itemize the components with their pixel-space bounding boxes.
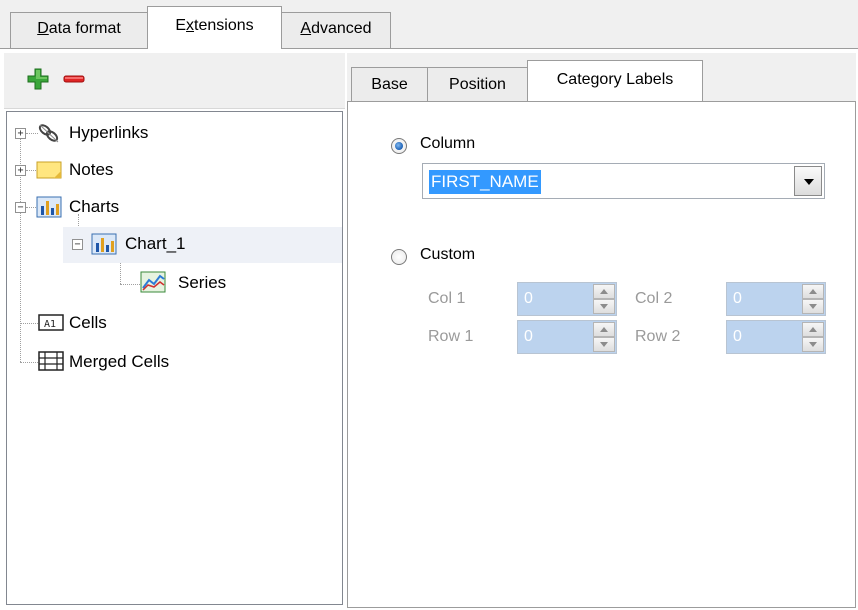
- note-icon: [36, 161, 62, 179]
- radio-selected-dot: [395, 142, 403, 150]
- arrow-down-icon: [809, 304, 817, 309]
- tree-item-label: Hyperlinks: [69, 123, 149, 142]
- hyperlink-chain-icon: [38, 124, 59, 143]
- tree-item-merged-cells[interactable]: Merged Cells: [7, 344, 342, 380]
- extensions-tree: + Hyperlinks + Notes − Charts − Chart_1 …: [6, 111, 343, 605]
- chevron-down-icon: [804, 179, 814, 185]
- tab-advanced-label-post: dvanced: [311, 20, 372, 37]
- tab-data-format-accel: D: [37, 20, 49, 37]
- arrow-up-icon: [600, 289, 608, 294]
- col2-value: 0: [733, 290, 742, 307]
- tree-item-cells[interactable]: A1 Cells: [7, 305, 342, 341]
- tree-item-label: Series: [178, 273, 227, 292]
- svg-text:A1: A1: [44, 319, 56, 330]
- tree-toolbar: [4, 53, 345, 109]
- tree-item-charts[interactable]: − Charts: [7, 190, 342, 226]
- column-radio-label[interactable]: Column: [420, 135, 475, 153]
- spin-down-button[interactable]: [593, 299, 615, 314]
- spin-down-button[interactable]: [802, 299, 824, 314]
- tree-item-label: Cells: [69, 313, 107, 332]
- col2-spinner[interactable]: 0: [726, 282, 826, 316]
- chart-properties-pane: Base Position Category Labels Column FIR…: [347, 53, 856, 608]
- arrow-up-icon: [600, 327, 608, 332]
- expand-toggle[interactable]: +: [15, 165, 26, 176]
- custom-radio[interactable]: [391, 249, 407, 265]
- row1-label: Row 1: [428, 328, 474, 345]
- chart-icon: [91, 233, 117, 255]
- arrow-up-icon: [809, 327, 817, 332]
- arrow-down-icon: [600, 304, 608, 309]
- tree-item-label: Merged Cells: [69, 352, 170, 371]
- cell-icon: A1: [38, 314, 64, 331]
- chart-icon: [36, 196, 62, 218]
- add-extension-button[interactable]: [24, 65, 52, 93]
- tab-extensions-label-pre: E: [175, 17, 187, 34]
- tab-data-format[interactable]: Data format: [10, 12, 148, 48]
- collapse-toggle[interactable]: −: [15, 202, 26, 213]
- custom-radio-label[interactable]: Custom: [420, 246, 475, 264]
- merged-cells-icon: [38, 351, 64, 371]
- row1-value: 0: [524, 328, 533, 345]
- tab-extensions-label-post: tensions: [194, 17, 254, 34]
- plus-icon: [27, 68, 49, 90]
- tree-item-chart-1[interactable]: − Chart_1: [63, 227, 342, 263]
- remove-extension-button[interactable]: [60, 65, 88, 93]
- row2-value: 0: [733, 328, 742, 345]
- col2-label: Col 2: [635, 290, 673, 307]
- col1-value: 0: [524, 290, 533, 307]
- col1-label: Col 1: [428, 290, 466, 307]
- tab-extensions[interactable]: Extensions: [147, 6, 282, 49]
- tree-item-notes[interactable]: + Notes: [7, 153, 342, 189]
- spin-up-button[interactable]: [802, 322, 824, 337]
- spin-down-button[interactable]: [593, 337, 615, 352]
- extensions-panel: + Hyperlinks + Notes − Charts − Chart_1 …: [4, 53, 856, 608]
- spinner-buttons: [593, 322, 615, 352]
- tree-item-label: Chart_1: [125, 234, 186, 253]
- arrow-down-icon: [600, 342, 608, 347]
- spinner-buttons: [593, 284, 615, 314]
- tab-position-label: Position: [449, 76, 506, 93]
- collapse-toggle[interactable]: −: [72, 239, 83, 250]
- tab-position[interactable]: Position: [427, 67, 528, 101]
- tab-category-labels-label: Category Labels: [556, 71, 674, 88]
- category-labels-page: Column FIRST_NAME Custom Col 1 0 Col 2 0…: [347, 102, 856, 608]
- col1-spinner[interactable]: 0: [517, 282, 617, 316]
- spin-up-button[interactable]: [593, 322, 615, 337]
- tab-base[interactable]: Base: [351, 67, 428, 101]
- extensions-tree-pane: + Hyperlinks + Notes − Charts − Chart_1 …: [4, 53, 345, 608]
- column-select[interactable]: FIRST_NAME: [422, 163, 825, 199]
- dropdown-button[interactable]: [794, 166, 822, 196]
- sub-tab-baseline: [347, 101, 856, 102]
- arrow-down-icon: [809, 342, 817, 347]
- tab-base-label: Base: [371, 76, 408, 93]
- spin-down-button[interactable]: [802, 337, 824, 352]
- tree-item-hyperlinks[interactable]: + Hyperlinks: [7, 116, 342, 152]
- expand-toggle[interactable]: +: [15, 128, 26, 139]
- tab-extensions-accel: x: [186, 17, 195, 34]
- column-select-value: FIRST_NAME: [429, 170, 541, 194]
- tree-item-label: Notes: [69, 160, 114, 179]
- top-tab-baseline: [0, 48, 858, 49]
- spin-up-button[interactable]: [802, 284, 824, 299]
- minus-icon: [63, 75, 85, 83]
- tab-advanced-accel: A: [300, 20, 312, 37]
- series-icon: [140, 271, 166, 293]
- tab-advanced[interactable]: Advanced: [281, 12, 391, 48]
- tree-connector: [120, 284, 140, 285]
- spinner-buttons: [802, 284, 824, 314]
- row2-spinner[interactable]: 0: [726, 320, 826, 354]
- spinner-buttons: [802, 322, 824, 352]
- arrow-up-icon: [809, 289, 817, 294]
- spin-up-button[interactable]: [593, 284, 615, 299]
- row1-spinner[interactable]: 0: [517, 320, 617, 354]
- tab-category-labels[interactable]: Category Labels: [527, 60, 703, 101]
- tree-item-series[interactable]: Series: [140, 266, 300, 302]
- tree-item-label: Charts: [69, 197, 120, 216]
- tab-data-format-label-post: ata format: [48, 20, 121, 37]
- row2-label: Row 2: [635, 328, 681, 345]
- column-radio[interactable]: [391, 138, 407, 154]
